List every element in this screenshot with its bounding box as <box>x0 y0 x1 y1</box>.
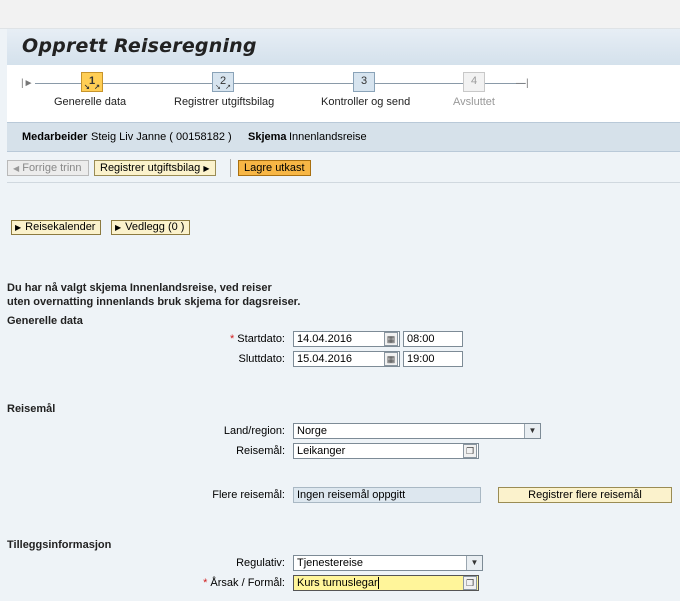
roadmap-step-1-label[interactable]: Generelle data <box>54 96 126 108</box>
expand-arrow-icon: ▶ <box>115 223 122 232</box>
more-destinations-label: Flere reisemål: <box>212 489 285 501</box>
arrow-left-icon: ◀ <box>13 164 20 173</box>
expand-icon: ↘ <box>215 84 221 91</box>
arrow-right-icon: ▶ <box>203 164 210 173</box>
destination-value: Leikanger <box>297 445 346 457</box>
roadmap-step-3-label[interactable]: Kontroller og send <box>321 96 410 108</box>
start-time-input[interactable]: 08:00 <box>403 331 463 347</box>
previous-step-button: ◀ Forrige trinn <box>7 160 89 176</box>
roadmap-start-icon: |► <box>21 78 34 89</box>
employee-value: Steig Liv Janne ( 00158182 ) <box>91 131 232 143</box>
save-draft-label: Lagre utkast <box>244 162 305 174</box>
travel-calendar-label: Reisekalender <box>25 221 96 233</box>
destination-heading: Reisemål <box>7 403 56 415</box>
roadmap-step-3[interactable]: 3 <box>353 72 375 92</box>
country-value: Norge <box>297 425 327 437</box>
roadmap-step-4-label: Avsluttet <box>453 96 495 108</box>
reason-value: Kurs turnuslegar <box>297 577 378 589</box>
save-draft-button[interactable]: Lagre utkast <box>238 160 311 176</box>
info-bar: Medarbeider Steig Liv Janne ( 00158182 )… <box>7 122 680 152</box>
end-time-input[interactable]: 19:00 <box>403 351 463 367</box>
expand-icon: ↘ <box>84 84 90 91</box>
info-message-line-2: uten overnatting innenlands bruk skjema … <box>7 296 301 308</box>
toolbar: ◀ Forrige trinn Registrer utgiftsbilag ▶… <box>7 158 680 180</box>
country-label: Land/region: <box>223 425 285 437</box>
calendar-icon[interactable]: ▦ <box>384 332 398 346</box>
employee-label: Medarbeider <box>22 131 88 143</box>
regulation-label: Regulativ: <box>236 557 285 569</box>
toolbar-separator <box>230 159 231 177</box>
destination-label: Reisemål: <box>236 445 285 457</box>
top-bar <box>0 0 680 29</box>
next-step-label: Registrer utgiftsbilag <box>100 162 201 174</box>
reason-label: * Årsak / Formål: <box>203 577 285 589</box>
end-date-label: Sluttdato: <box>238 353 285 365</box>
roadmap-end-icon: —| <box>516 78 529 89</box>
info-message-line-1: Du har nå valgt skjema Innenlandsreise, … <box>7 282 272 294</box>
chevron-down-icon[interactable]: ▼ <box>524 424 540 438</box>
more-destinations-field: Ingen reisemål oppgitt <box>293 487 481 503</box>
register-more-destinations-button[interactable]: Registrer flere reisemål <box>498 487 672 503</box>
more-destinations-value: Ingen reisemål oppgitt <box>297 489 406 501</box>
roadmap: |► —| 1 ↘ ↗ Generelle data 2 ↘ ↗ Registr… <box>7 65 680 122</box>
start-date-value: 14.04.2016 <box>297 333 353 345</box>
divider <box>7 182 680 183</box>
roadmap-line <box>35 83 525 84</box>
previous-step-label: Forrige trinn <box>22 162 82 174</box>
start-time-value: 08:00 <box>407 333 435 345</box>
start-date-label: * Startdato: <box>230 333 285 345</box>
roadmap-step-3-number: 3 <box>360 75 368 87</box>
roadmap-step-4: 4 <box>463 72 485 92</box>
end-date-value: 15.04.2016 <box>297 353 353 365</box>
schema-value: Innenlandsreise <box>289 131 367 143</box>
page-title: Opprett Reiseregning <box>22 35 257 57</box>
chevron-down-icon[interactable]: ▼ <box>466 556 482 570</box>
value-help-icon[interactable]: ❐ <box>463 576 477 590</box>
title-bar: Opprett Reiseregning <box>7 29 680 66</box>
regulation-select[interactable]: Tjenestereise ▼ <box>293 555 483 571</box>
additional-info-heading: Tilleggsinformasjon <box>7 539 112 551</box>
next-step-button[interactable]: Registrer utgiftsbilag ▶ <box>94 160 216 176</box>
start-date-label-text: Startdato: <box>237 333 285 345</box>
expand-icon: ↗ <box>225 84 231 91</box>
reason-label-text: Årsak / Formål: <box>210 577 285 589</box>
attachments-label: Vedlegg (0 ) <box>125 221 185 233</box>
destination-input[interactable]: Leikanger ❐ <box>293 443 479 459</box>
value-help-icon[interactable]: ❐ <box>463 444 477 458</box>
roadmap-step-2-label[interactable]: Registrer utgiftsbilag <box>174 96 274 108</box>
expand-icon: ↗ <box>94 84 100 91</box>
general-data-heading: Generelle data <box>7 315 83 327</box>
end-time-value: 19:00 <box>407 353 435 365</box>
country-select[interactable]: Norge ▼ <box>293 423 541 439</box>
roadmap-step-2[interactable]: 2 ↘ ↗ <box>212 72 234 92</box>
info-message: Du har nå valgt skjema Innenlandsreise, … <box>7 281 300 309</box>
attachments-button[interactable]: ▶ Vedlegg (0 ) <box>111 220 191 235</box>
schema-label: Skjema <box>248 131 287 143</box>
regulation-value: Tjenestereise <box>297 557 364 569</box>
register-more-destinations-label: Registrer flere reisemål <box>528 489 642 501</box>
expand-arrow-icon: ▶ <box>15 223 22 232</box>
reason-input[interactable]: Kurs turnuslegar ❐ <box>293 575 479 591</box>
calendar-icon[interactable]: ▦ <box>384 352 398 366</box>
roadmap-step-1[interactable]: 1 ↘ ↗ <box>81 72 103 92</box>
travel-calendar-button[interactable]: ▶ Reisekalender <box>11 220 102 235</box>
roadmap-step-4-number: 4 <box>470 75 478 87</box>
